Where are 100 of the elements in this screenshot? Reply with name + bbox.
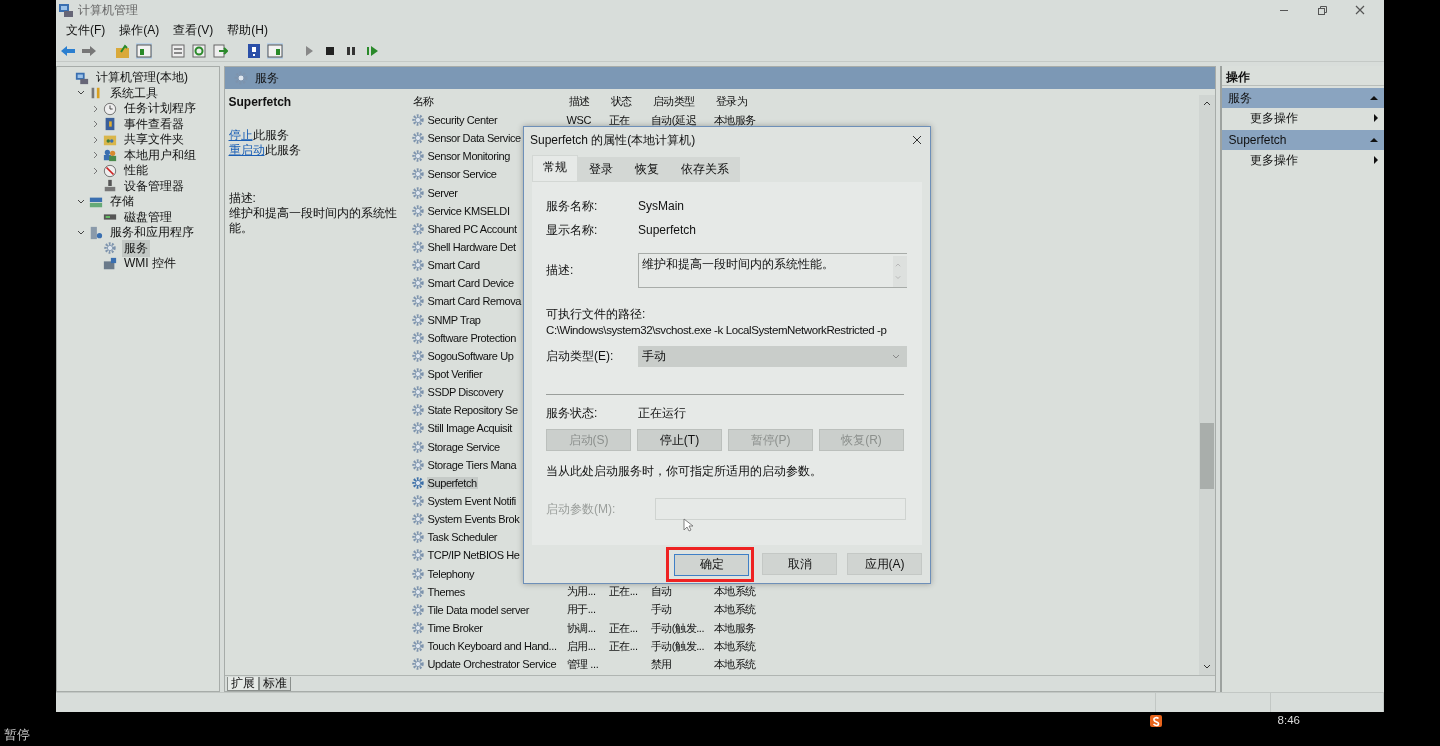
service-name[interactable]: Sensor Service [426, 168, 498, 181]
close-icon[interactable] [912, 135, 922, 145]
panel-icon[interactable] [136, 42, 152, 59]
table-cell-text: 手动(触发... [650, 638, 706, 654]
menu-item[interactable]: 帮助(H) [227, 20, 268, 40]
table-cell-text: WSC [566, 114, 592, 127]
service-name[interactable]: Time Broker [426, 622, 484, 634]
service-name[interactable]: Superfetch [426, 476, 478, 489]
tree-item[interactable]: 服务和应用程序 [108, 224, 196, 242]
path-text: C:\Windows\system32\svchost.exe -k LocalSystemNetworkRestricted -p [546, 323, 888, 338]
column-header[interactable]: 状态 [608, 93, 651, 109]
column-header[interactable]: 描述 [566, 93, 609, 109]
service-name[interactable]: Server [426, 186, 459, 199]
tree-item[interactable]: 任务计划程序 [122, 100, 198, 118]
action-item[interactable]: 更多操作 [1250, 109, 1299, 127]
service-name[interactable]: Update Orchestrator Service [426, 658, 558, 671]
service-name[interactable]: System Event Notifi [426, 495, 517, 507]
clock-icon [103, 101, 117, 116]
tree-item[interactable]: 服务 [122, 239, 150, 257]
scroll-thumb[interactable] [1200, 422, 1215, 489]
service-name[interactable]: Smart Card [426, 259, 481, 272]
export-icon[interactable] [212, 42, 228, 59]
submenu-arrow-icon [1372, 156, 1380, 164]
column-header[interactable]: 登录为 [713, 93, 774, 109]
service-link[interactable]: 重启动 [228, 143, 265, 157]
field-label: 可执行文件的路径: [546, 306, 647, 322]
view-tab[interactable]: 扩展 [226, 677, 259, 691]
service-name[interactable]: Software Protection [426, 331, 517, 344]
section-header[interactable]: 服务 [1222, 88, 1384, 108]
column-header[interactable]: 名称 [410, 93, 567, 109]
tree-item[interactable]: 事件查看器 [122, 115, 186, 133]
table-cell-text: 本地系统 [713, 638, 757, 654]
section-header[interactable]: Superfetch [1222, 130, 1384, 150]
table-cell-text: 本地系统 [713, 584, 757, 600]
scrollbar[interactable] [1199, 95, 1216, 675]
service-name[interactable]: Sensor Data Service [426, 132, 522, 145]
startup-type-dropdown[interactable]: 手动 [638, 345, 907, 367]
tree-item[interactable]: 设备管理器 [122, 177, 186, 195]
dialog-tab[interactable]: 恢复 [624, 157, 670, 182]
service-name[interactable]: Shared PC Account [426, 222, 518, 235]
properties-icon[interactable] [170, 42, 186, 59]
service-name[interactable]: State Repository Se [426, 404, 519, 417]
tree-item[interactable]: 本地用户和组 [122, 146, 198, 164]
tree-item[interactable]: WMI 控件 [122, 255, 178, 273]
collapse-icon[interactable] [1370, 94, 1378, 102]
refresh-icon[interactable] [191, 42, 207, 59]
collapse-icon[interactable] [1370, 136, 1378, 144]
field-label: 启动类型(E): [546, 347, 615, 365]
service-name[interactable]: Still Image Acquisit [426, 422, 513, 435]
tree-item[interactable]: 计算机管理(本地) [94, 69, 190, 87]
service-button[interactable]: 停止(T) [637, 429, 722, 451]
dialog-button[interactable]: 取消 [762, 553, 837, 575]
service-name[interactable]: Service KMSELDI [426, 204, 511, 217]
service-name[interactable]: TCP/IP NetBIOS He [426, 549, 521, 562]
tree-item[interactable]: 性能 [122, 162, 150, 180]
service-name[interactable]: Storage Service [426, 440, 501, 453]
field-label: 描述: [546, 261, 575, 279]
service-name[interactable]: Spot Verifier [426, 368, 484, 381]
folder-up-icon[interactable] [115, 42, 131, 59]
service-action: 停止此服务 [228, 128, 290, 143]
panel-icon[interactable] [267, 42, 283, 59]
service-name[interactable]: Shell Hardware Det [426, 241, 517, 254]
service-name[interactable]: Tile Data model server [426, 603, 530, 616]
action-item[interactable]: 更多操作 [1250, 151, 1299, 169]
computer-icon [58, 2, 74, 18]
dialog-button[interactable]: 确定 [674, 553, 749, 576]
service-name[interactable]: Themes [426, 585, 466, 598]
menu-item[interactable]: 文件(F) [66, 20, 106, 40]
view-tab[interactable]: 标准 [258, 677, 291, 691]
service-name[interactable]: SSDP Discovery [426, 386, 504, 399]
keyboard-s-icon[interactable] [1148, 714, 1163, 728]
menu-item[interactable]: 操作(A) [119, 20, 160, 40]
field-value: 正在运行 [638, 404, 686, 422]
column-header[interactable]: 启动类型 [650, 93, 714, 109]
tree-item[interactable]: 系统工具 [108, 84, 160, 102]
service-name[interactable]: Security Center [426, 114, 499, 127]
tree-item[interactable]: 磁盘管理 [122, 208, 174, 226]
service-name[interactable]: SogouSoftware Up [426, 349, 515, 362]
service-name[interactable]: SNMP Trap [426, 313, 482, 326]
dialog-tab[interactable]: 登录 [578, 157, 624, 182]
service-name[interactable]: Smart Card Device [426, 277, 515, 290]
users-icon [103, 148, 117, 163]
service-name[interactable]: System Events Brok [426, 513, 521, 526]
dialog-button[interactable]: 应用(A) [847, 553, 922, 575]
menu-item[interactable]: 查看(V) [173, 20, 214, 40]
mouse-cursor-icon [683, 518, 693, 532]
field-label: 服务状态: [546, 404, 599, 422]
service-name[interactable]: Sensor Monitoring [426, 150, 511, 163]
tree-item[interactable]: 共享文件夹 [122, 131, 186, 149]
service-name[interactable]: Task Scheduler [426, 531, 499, 544]
service-link[interactable]: 停止 [228, 128, 253, 142]
tree-item[interactable]: 存储 [108, 193, 136, 211]
dialog-tab[interactable]: 依存关系 [670, 157, 740, 182]
table-cell-text: 自动 [650, 584, 673, 600]
dialog-tab[interactable]: 常规 [532, 155, 578, 182]
service-name[interactable]: Touch Keyboard and Hand... [426, 640, 558, 653]
service-name[interactable]: Smart Card Remova [426, 295, 522, 308]
table-cell-text: 本地系统 [713, 602, 757, 618]
service-name[interactable]: Storage Tiers Mana [426, 458, 518, 471]
service-name[interactable]: Telephony [426, 567, 476, 580]
